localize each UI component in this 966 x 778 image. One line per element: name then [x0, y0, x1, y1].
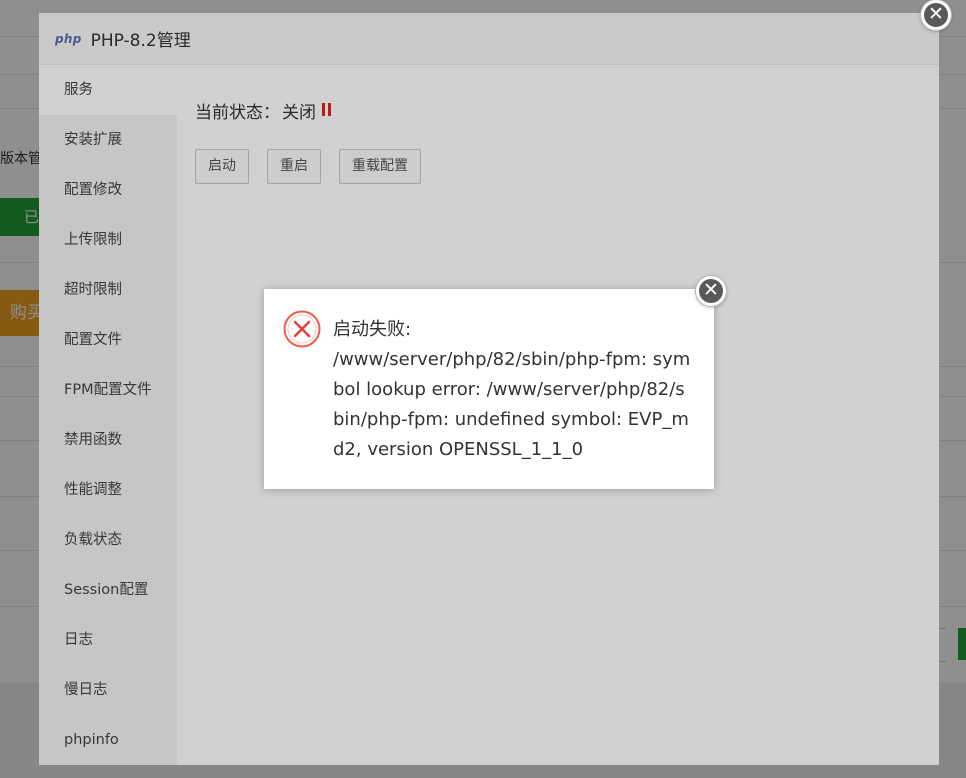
error-dialog: 启动失败: /www/server/php/82/sbin/php-fpm: s…	[264, 289, 714, 489]
close-icon: ✕	[924, 3, 948, 27]
error-title: 启动失败:	[333, 319, 412, 340]
error-circle-icon	[283, 310, 321, 348]
error-message: 启动失败: /www/server/php/82/sbin/php-fpm: s…	[333, 315, 693, 465]
dialog-close-button[interactable]: ✕	[696, 276, 726, 306]
close-icon: ✕	[699, 279, 723, 303]
error-detail: /www/server/php/82/sbin/php-fpm: symbol …	[333, 349, 691, 460]
modal-close-button[interactable]: ✕	[921, 0, 951, 30]
